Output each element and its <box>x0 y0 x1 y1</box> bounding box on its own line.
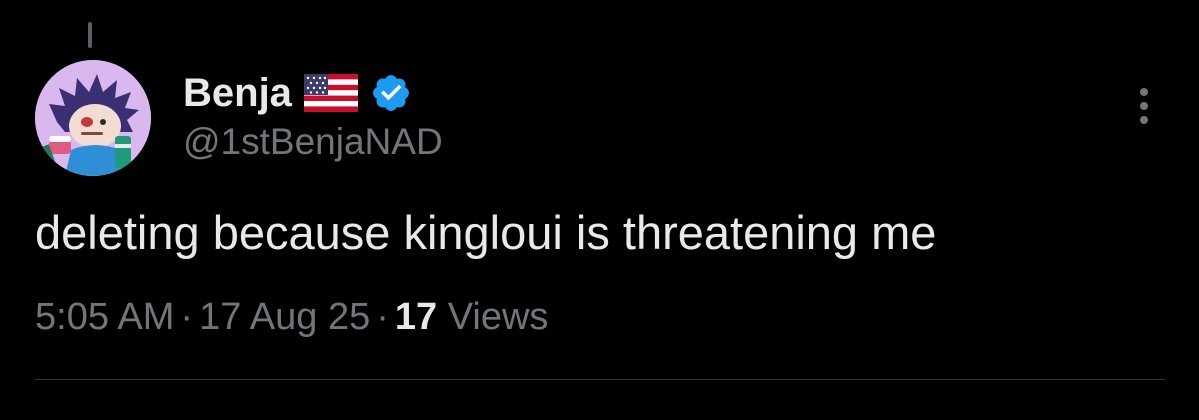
thread-connector-line <box>88 22 92 48</box>
views-label[interactable]: Views <box>448 296 549 338</box>
views-count[interactable]: 17 <box>395 296 437 338</box>
more-options-icon <box>1140 88 1148 124</box>
author-name-row: Benja <box>183 68 412 118</box>
post-time[interactable]: 5:05 AM <box>35 296 174 338</box>
avatar-illustration <box>35 60 151 176</box>
avatar[interactable] <box>35 60 151 176</box>
author-handle[interactable]: @1stBenjaNAD <box>183 121 443 163</box>
post-date[interactable]: 17 Aug 25 <box>199 296 370 338</box>
author-display-name[interactable]: Benja <box>183 73 292 113</box>
more-options-button[interactable] <box>1124 84 1164 128</box>
meta-separator: · <box>180 296 194 338</box>
divider <box>35 379 1165 380</box>
post-text: deleting because kingloui is threatening… <box>35 206 937 259</box>
us-flag-icon <box>303 74 358 112</box>
meta-separator: · <box>376 296 389 338</box>
post-meta: 5:05 AM · 17 Aug 25 · 17 Views <box>35 296 548 340</box>
verified-badge-icon[interactable] <box>370 72 412 114</box>
